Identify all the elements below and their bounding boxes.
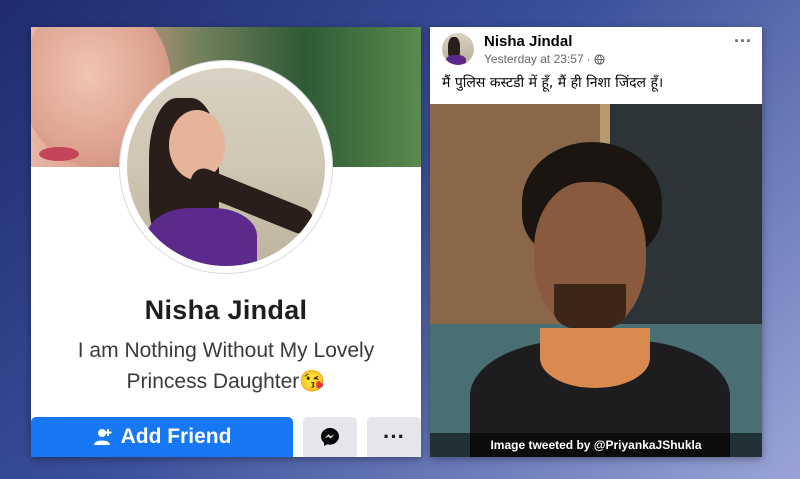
photo-man-beard xyxy=(554,284,626,330)
add-friend-icon xyxy=(93,429,112,445)
add-friend-button[interactable]: Add Friend xyxy=(31,417,293,457)
globe-icon xyxy=(594,53,605,65)
post-more-button[interactable]: ··· xyxy=(734,31,752,52)
post-photo[interactable]: Image tweeted by @PriyankaJShukla xyxy=(430,104,762,457)
messenger-icon xyxy=(321,428,339,446)
profile-picture[interactable] xyxy=(127,68,325,266)
post-meta: Yesterday at 23:57 · xyxy=(484,52,605,66)
profile-dress xyxy=(147,208,257,266)
post-text: मैं पुलिस कस्टडी में हूँ, मैं ही निशा जि… xyxy=(442,75,664,91)
profile-card: Nisha Jindal I am Nothing Without My Lov… xyxy=(31,27,421,457)
image-caption: Image tweeted by @PriyankaJShukla xyxy=(430,433,762,457)
photo-man-scarf xyxy=(540,328,650,388)
profile-actions: Add Friend ··· xyxy=(31,417,421,457)
post-timestamp[interactable]: Yesterday at 23:57 xyxy=(484,52,584,66)
profile-bio: I am Nothing Without My Lovely Princess … xyxy=(77,339,375,393)
add-friend-label: Add Friend xyxy=(120,425,232,448)
post-avatar[interactable] xyxy=(442,33,474,65)
cover-lips xyxy=(39,147,79,161)
avatar-dress xyxy=(446,55,466,65)
post-author[interactable]: Nisha Jindal xyxy=(484,33,572,50)
profile-name: Nisha Jindal xyxy=(144,295,308,325)
message-button[interactable] xyxy=(303,417,357,457)
meta-separator: · xyxy=(586,52,591,66)
post-card: Nisha Jindal Yesterday at 23:57 · ··· मै… xyxy=(430,27,762,457)
more-options-button[interactable]: ··· xyxy=(367,417,421,457)
